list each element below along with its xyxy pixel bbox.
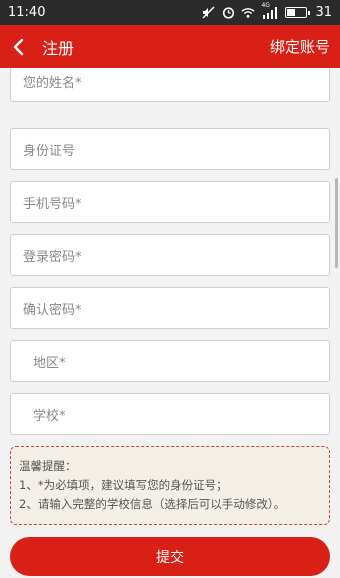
alarm-icon [221, 6, 235, 20]
page-title: 注册 [42, 38, 75, 58]
network-label: 4G [261, 1, 270, 9]
register-form: 您的姓名* 身份证号 手机号码* 登录密码* 确认密码* 地区* 学校* 温馨提… [0, 68, 340, 578]
status-time: 11:40 [8, 5, 46, 20]
status-bar: 11:40 4G 31 [0, 0, 340, 25]
status-icons: 4G 31 [201, 2, 332, 20]
confirm-password-field[interactable]: 确认密码* [10, 287, 330, 329]
name-field[interactable]: 您的姓名* [10, 68, 330, 102]
signal-icon: 4G [261, 2, 279, 20]
wifi-icon [241, 6, 255, 20]
password-field[interactable]: 登录密码* [10, 234, 330, 276]
scrollbar[interactable] [335, 178, 338, 268]
tips-line-2: 2、请输入完整的学校信息（选择后可以手动修改）。 [19, 497, 286, 511]
submit-button[interactable]: 提交 [10, 537, 330, 576]
tips-title: 温馨提醒： [19, 459, 77, 473]
mute-icon [201, 6, 215, 20]
battery-icon [285, 7, 311, 18]
school-field[interactable]: 学校* [10, 393, 330, 435]
bind-account-button[interactable]: 绑定账号 [270, 36, 330, 57]
phone-field[interactable]: 手机号码* [10, 181, 330, 223]
app-header: 注册 绑定账号 [0, 25, 340, 68]
region-field[interactable]: 地区* [10, 340, 330, 382]
battery-level: 31 [315, 5, 332, 20]
back-icon[interactable] [8, 37, 28, 57]
tips-box: 温馨提醒： 1、*为必填项，建议填写您的身份证号； 2、请输入完整的学校信息（选… [10, 446, 330, 525]
id-number-field[interactable]: 身份证号 [10, 128, 330, 170]
tips-line-1: 1、*为必填项，建议填写您的身份证号； [19, 478, 228, 492]
